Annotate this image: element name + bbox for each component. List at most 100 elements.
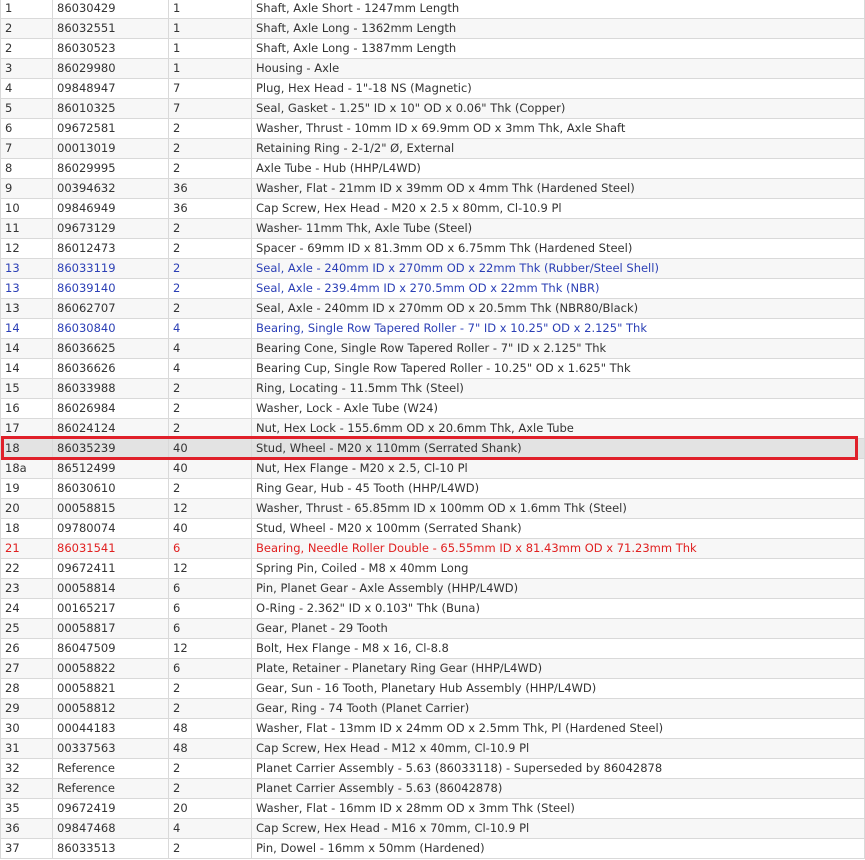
ref-cell: 22 — [0, 558, 53, 579]
description-cell: Planet Carrier Assembly - 5.63 (86033118… — [251, 758, 865, 779]
description-cell: Shaft, Axle Long - 1362mm Length — [251, 18, 865, 39]
ref-cell: 18 — [0, 518, 53, 539]
table-row[interactable]: 9 00394632 36 Washer, Flat - 21mm ID x 39mm… — [0, 178, 865, 199]
description-cell: Planet Carrier Assembly - 5.63 (86042878… — [251, 778, 865, 799]
table-row[interactable]: 5 86010325 7 Seal, Gasket - 1.25" ID x 10" … — [0, 98, 865, 119]
description-cell: Ring, Locating - 11.5mm Thk (Steel) — [251, 378, 865, 399]
part-number-cell: 00044183 — [52, 718, 169, 739]
table-row[interactable]: 16 86026984 2 Washer, Lock - Axle Tube (W24… — [0, 398, 865, 419]
ref-cell: 36 — [0, 818, 53, 839]
table-row[interactable]: 36 09847468 4 Cap Screw, Hex Head - M16 x 7… — [0, 818, 865, 839]
description-cell: Shaft, Axle Short - 1247mm Length — [251, 0, 865, 19]
ref-cell: 27 — [0, 658, 53, 679]
part-number-cell: 09673129 — [52, 218, 169, 239]
table-row[interactable]: 7 00013019 2 Retaining Ring - 2-1/2" Ø, Ext… — [0, 138, 865, 159]
ref-cell: 11 — [0, 218, 53, 239]
ref-cell: 35 — [0, 798, 53, 819]
table-row[interactable]: 2 86032551 1 Shaft, Axle Long - 1362mm Leng… — [0, 18, 865, 39]
description-cell: Cap Screw, Hex Head - M20 x 2.5 x 80mm, … — [251, 198, 865, 219]
part-number-cell: 86512499 — [52, 458, 169, 479]
description-cell: Stud, Wheel - M20 x 110mm (Serrated Shan… — [251, 438, 865, 459]
table-row[interactable]: 12 86012473 2 Spacer - 69mm ID x 81.3mm OD … — [0, 238, 865, 259]
table-row[interactable]: 19 86030610 2 Ring Gear, Hub - 45 Tooth (HH… — [0, 478, 865, 499]
quantity-cell: 2 — [168, 218, 252, 239]
table-row[interactable]: 25 00058817 6 Gear, Planet - 29 Tooth — [0, 618, 865, 639]
table-row[interactable]: 35 09672419 20 Washer, Flat - 16mm ID x 28m… — [0, 798, 865, 819]
table-row[interactable]: 29 00058812 2 Gear, Ring - 74 Tooth (Planet… — [0, 698, 865, 719]
quantity-cell: 36 — [168, 198, 252, 219]
table-row[interactable]: 21 86031541 6 Bearing, Needle Roller Double… — [0, 538, 865, 559]
table-row[interactable]: 11 09673129 2 Washer- 11mm Thk, Axle Tube (… — [0, 218, 865, 239]
table-row[interactable]: 31 00337563 48 Cap Screw, Hex Head - M12 x … — [0, 738, 865, 759]
part-number-cell: 86062707 — [52, 298, 169, 319]
ref-cell: 13 — [0, 278, 53, 299]
description-cell: Bearing, Single Row Tapered Roller - 7" … — [251, 318, 865, 339]
quantity-cell: 1 — [168, 38, 252, 59]
part-number-cell: 00058821 — [52, 678, 169, 699]
part-number-cell: 09672411 — [52, 558, 169, 579]
table-row[interactable]: 13 86033119 2 Seal, Axle - 240mm ID x 270mm… — [0, 258, 865, 279]
part-number-cell: 86030840 — [52, 318, 169, 339]
table-row[interactable]: 6 09672581 2 Washer, Thrust - 10mm ID x 69.… — [0, 118, 865, 139]
quantity-cell: 2 — [168, 138, 252, 159]
table-row[interactable]: 4 09848947 7 Plug, Hex Head - 1"-18 NS (Mag… — [0, 78, 865, 99]
table-row[interactable]: 37 86033513 2 Pin, Dowel - 16mm x 50mm (Har… — [0, 838, 865, 859]
ref-cell: 18 — [0, 438, 53, 459]
quantity-cell: 7 — [168, 78, 252, 99]
description-cell: Seal, Gasket - 1.25" ID x 10" OD x 0.06"… — [251, 98, 865, 119]
description-cell: Washer, Flat - 21mm ID x 39mm OD x 4mm T… — [251, 178, 865, 199]
table-row[interactable]: 23 00058814 6 Pin, Planet Gear - Axle Assem… — [0, 578, 865, 599]
table-row[interactable]: 14 86036626 4 Bearing Cup, Single Row Taper… — [0, 358, 865, 379]
part-number-cell: 00058815 — [52, 498, 169, 519]
table-row[interactable]: 28 00058821 2 Gear, Sun - 16 Tooth, Planeta… — [0, 678, 865, 699]
table-row[interactable]: 15 86033988 2 Ring, Locating - 11.5mm Thk (… — [0, 378, 865, 399]
description-cell: Bearing Cup, Single Row Tapered Roller -… — [251, 358, 865, 379]
description-cell: Shaft, Axle Long - 1387mm Length — [251, 38, 865, 59]
table-row[interactable]: 24 00165217 6 O-Ring - 2.362" ID x 0.103" T… — [0, 598, 865, 619]
description-cell: Retaining Ring - 2-1/2" Ø, External — [251, 138, 865, 159]
description-cell: Washer, Lock - Axle Tube (W24) — [251, 398, 865, 419]
table-row[interactable]: 26 86047509 12 Bolt, Hex Flange - M8 x 16, … — [0, 638, 865, 659]
table-row[interactable]: 1 86030429 1 Shaft, Axle Short - 1247mm Len… — [0, 0, 865, 19]
table-row[interactable]: 14 86030840 4 Bearing, Single Row Tapered R… — [0, 318, 865, 339]
table-row[interactable]: 8 86029995 2 Axle Tube - Hub (HHP/L4WD) — [0, 158, 865, 179]
table-row[interactable]: 18 09780074 40 Stud, Wheel - M20 x 100mm (S… — [0, 518, 865, 539]
table-row[interactable]: 18 86035239 40 Stud, Wheel - M20 x 110mm (S… — [0, 438, 865, 459]
description-cell: Washer, Thrust - 10mm ID x 69.9mm OD x 3… — [251, 118, 865, 139]
table-row[interactable]: 13 86039140 2 Seal, Axle - 239.4mm ID x 270… — [0, 278, 865, 299]
table-row[interactable]: 32 Reference 2 Planet Carrier Assembly - 5.… — [0, 778, 865, 799]
description-cell: Cap Screw, Hex Head - M12 x 40mm, Cl-10.… — [251, 738, 865, 759]
quantity-cell: 2 — [168, 838, 252, 859]
table-row[interactable]: 17 86024124 2 Nut, Hex Lock - 155.6mm OD x … — [0, 418, 865, 439]
part-number-cell: 86036625 — [52, 338, 169, 359]
table-row[interactable]: 3 86029980 1 Housing - Axle — [0, 58, 865, 79]
table-row[interactable]: 22 09672411 12 Spring Pin, Coiled - M8 x 40… — [0, 558, 865, 579]
quantity-cell: 20 — [168, 798, 252, 819]
quantity-cell: 2 — [168, 158, 252, 179]
ref-cell: 14 — [0, 338, 53, 359]
part-number-cell: 00058817 — [52, 618, 169, 639]
table-row[interactable]: 18a 86512499 40 Nut, Hex Flange - M20 x 2.5… — [0, 458, 865, 479]
quantity-cell: 4 — [168, 358, 252, 379]
table-row[interactable]: 13 86062707 2 Seal, Axle - 240mm ID x 270mm… — [0, 298, 865, 319]
description-cell: O-Ring - 2.362" ID x 0.103" Thk (Buna) — [251, 598, 865, 619]
description-cell: Stud, Wheel - M20 x 100mm (Serrated Shan… — [251, 518, 865, 539]
ref-cell: 14 — [0, 318, 53, 339]
table-row[interactable]: 27 00058822 6 Plate, Retainer - Planetary R… — [0, 658, 865, 679]
ref-cell: 9 — [0, 178, 53, 199]
part-number-cell: 09847468 — [52, 818, 169, 839]
part-number-cell: Reference — [52, 778, 169, 799]
quantity-cell: 40 — [168, 518, 252, 539]
table-row[interactable]: 20 00058815 12 Washer, Thrust - 65.85mm ID … — [0, 498, 865, 519]
table-row[interactable]: 2 86030523 1 Shaft, Axle Long - 1387mm Leng… — [0, 38, 865, 59]
table-row[interactable]: 10 09846949 36 Cap Screw, Hex Head - M20 x … — [0, 198, 865, 219]
ref-cell: 29 — [0, 698, 53, 719]
description-cell: Ring Gear, Hub - 45 Tooth (HHP/L4WD) — [251, 478, 865, 499]
ref-cell: 20 — [0, 498, 53, 519]
table-row[interactable]: 14 86036625 4 Bearing Cone, Single Row Tape… — [0, 338, 865, 359]
quantity-cell: 2 — [168, 298, 252, 319]
ref-cell: 37 — [0, 838, 53, 859]
parts-table-body: 1 86030429 1 Shaft, Axle Short - 1247mm Len… — [0, 0, 865, 859]
table-row[interactable]: 32 Reference 2 Planet Carrier Assembly - 5.… — [0, 758, 865, 779]
table-row[interactable]: 30 00044183 48 Washer, Flat - 13mm ID x 24m… — [0, 718, 865, 739]
